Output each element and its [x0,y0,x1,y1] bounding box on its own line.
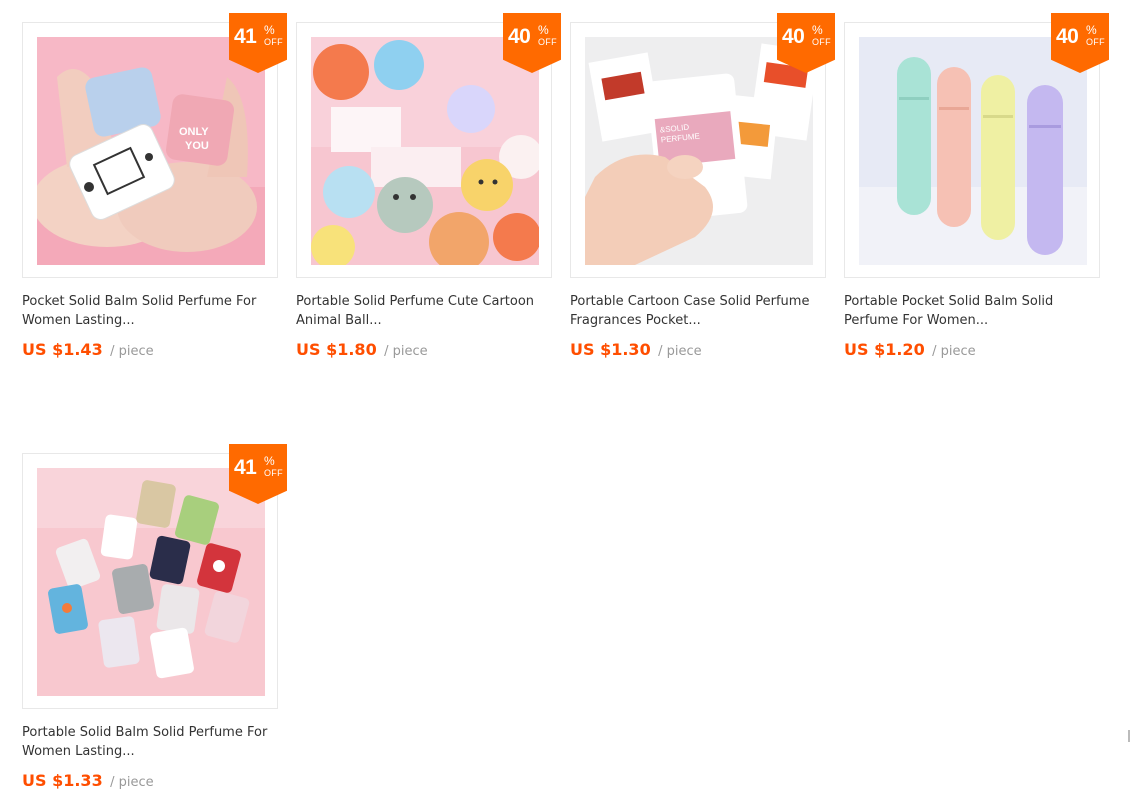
price-unit: / piece [932,344,976,359]
price-row: US $1.80 / piece [296,340,428,360]
product-title[interactable]: Portable Solid Balm Solid Perfume For Wo… [22,723,278,761]
tin-collection-image [37,468,265,696]
animal-balls-image [311,37,539,265]
price-unit: / piece [110,344,154,359]
price-row: US $1.30 / piece [570,340,702,360]
svg-text:YOU: YOU [185,140,209,152]
price-row: US $1.43 / piece [22,340,154,360]
perfume-card-hand-image: &SOLID PERFUME [585,37,813,265]
product-title[interactable]: Portable Pocket Solid Balm Solid Perfume… [844,292,1100,330]
product-price: US $1.43 [22,340,103,359]
product-price: US $1.30 [570,340,651,359]
price-row: US $1.20 / piece [844,340,976,360]
product-title[interactable]: Pocket Solid Balm Solid Perfume For Wome… [22,292,278,330]
scrollbar-edge[interactable] [1128,730,1130,742]
product-image-link[interactable]: 40 % OFF [296,13,561,278]
product-title[interactable]: Portable Cartoon Case Solid Perfume Frag… [570,292,826,330]
product-price: US $1.20 [844,340,925,359]
pocket-tins-in-hands-image: ONLY YOU [37,37,265,265]
price-unit: / piece [110,775,154,790]
price-row: US $1.33 / piece [22,771,154,791]
pastel-sticks-image [859,37,1087,265]
price-unit: / piece [384,344,428,359]
product-price: US $1.80 [296,340,377,359]
product-image-link[interactable]: 41 % OFF [22,444,287,709]
svg-text:ONLY: ONLY [179,126,209,138]
product-image-link[interactable]: 40 % OFF [844,13,1109,278]
product-price: US $1.33 [22,771,103,790]
product-title[interactable]: Portable Solid Perfume Cute Cartoon Anim… [296,292,552,330]
product-image-link[interactable]: ONLY YOU 41 % OFF [22,13,287,278]
product-image-link[interactable]: &SOLID PERFUME 40 % OFF [570,13,835,278]
price-unit: / piece [658,344,702,359]
